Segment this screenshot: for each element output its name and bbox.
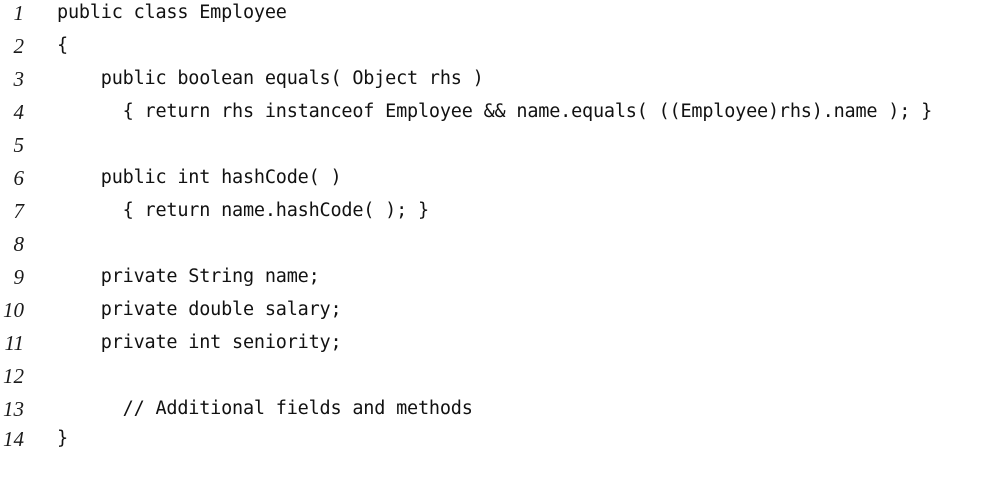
code-line: 14 }	[0, 426, 993, 459]
line-number: 11	[4, 331, 24, 355]
line-number: 13	[3, 397, 24, 421]
code-text: public int hashCode( )	[57, 167, 342, 188]
line-number: 9	[13, 265, 25, 289]
code-line: 11 private int seniority;	[0, 330, 993, 363]
code-text: {	[57, 35, 68, 56]
code-line: 4 { return rhs instanceof Employee && na…	[0, 99, 993, 132]
code-line: 8	[0, 231, 993, 264]
code-text: // Additional fields and methods	[57, 398, 473, 419]
line-number: 6	[13, 166, 25, 190]
code-text: private String name;	[57, 266, 320, 287]
line-number: 4	[13, 100, 25, 124]
line-number: 7	[13, 199, 25, 223]
code-text: public boolean equals( Object rhs )	[57, 68, 484, 89]
line-number: 8	[13, 232, 25, 256]
code-line: 12	[0, 363, 993, 396]
code-line: 9 private String name;	[0, 264, 993, 297]
code-text: }	[57, 428, 68, 449]
code-line: 2 {	[0, 33, 993, 66]
line-number: 1	[13, 1, 25, 25]
line-number: 14	[3, 427, 24, 451]
line-number: 10	[3, 298, 24, 322]
code-line: 10 private double salary;	[0, 297, 993, 330]
code-text: { return rhs instanceof Employee && name…	[57, 101, 933, 122]
code-line: 5	[0, 132, 993, 165]
code-line: 3 public boolean equals( Object rhs )	[0, 66, 993, 99]
line-number: 5	[13, 133, 25, 157]
code-text: private double salary;	[57, 299, 342, 320]
code-text: private int seniority;	[57, 332, 342, 353]
code-line: 7 { return name.hashCode( ); }	[0, 198, 993, 231]
line-number: 12	[3, 364, 24, 388]
line-number: 3	[13, 67, 25, 91]
line-number: 2	[13, 34, 25, 58]
code-text: public class Employee	[57, 2, 287, 23]
code-line: 6 public int hashCode( )	[0, 165, 993, 198]
code-text: { return name.hashCode( ); }	[57, 200, 429, 221]
code-line: 13 // Additional fields and methods	[0, 396, 993, 429]
code-listing: 1 public class Employee 2 { 3 public boo…	[0, 0, 993, 452]
code-line: 1 public class Employee	[0, 0, 993, 33]
